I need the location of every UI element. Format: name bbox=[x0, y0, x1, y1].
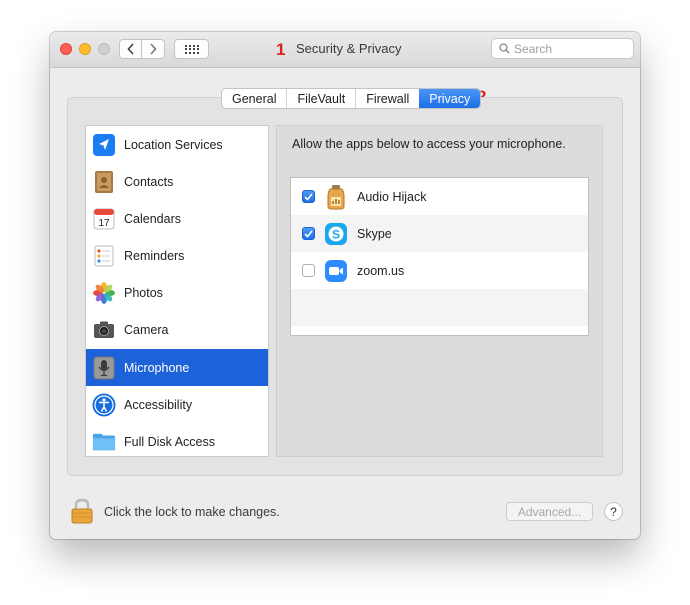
privacy-category-list: Location Services Contacts 17 Calendars … bbox=[85, 125, 269, 457]
show-all-button[interactable] bbox=[174, 39, 209, 59]
back-button[interactable] bbox=[119, 39, 142, 59]
sidebar-item-calendars[interactable]: 17 Calendars bbox=[86, 200, 268, 237]
calendar-icon: 17 bbox=[92, 207, 116, 231]
sidebar-item-label: Calendars bbox=[124, 211, 181, 226]
skype-checkbox[interactable] bbox=[302, 227, 315, 240]
accessibility-icon bbox=[92, 393, 116, 417]
sidebar-item-label: Accessibility bbox=[124, 397, 193, 412]
sidebar-item-photos[interactable]: Photos bbox=[86, 274, 268, 311]
zoom-checkbox[interactable] bbox=[302, 264, 315, 277]
location-arrow-icon bbox=[92, 133, 116, 157]
search-field[interactable]: Search bbox=[491, 38, 634, 59]
list-item-zoom[interactable]: zoom.us bbox=[291, 252, 588, 289]
segmented-tabs: General FileVault Firewall Privacy bbox=[221, 88, 482, 109]
checkmark-icon bbox=[304, 192, 313, 201]
reminders-list-icon bbox=[92, 244, 116, 268]
sidebar-item-microphone[interactable]: Microphone bbox=[86, 349, 268, 386]
app-name: Skype bbox=[357, 226, 392, 241]
chevron-right-icon bbox=[150, 43, 157, 55]
list-item-audio-hijack[interactable]: Audio Hijack bbox=[291, 178, 588, 215]
sidebar-item-full-disk-access[interactable]: Full Disk Access bbox=[86, 423, 268, 456]
sidebar-item-camera[interactable]: Camera bbox=[86, 311, 268, 348]
tab-privacy[interactable]: Privacy bbox=[419, 89, 481, 108]
search-placeholder: Search bbox=[514, 41, 553, 56]
sidebar-item-label: Full Disk Access bbox=[124, 434, 215, 449]
sidebar-item-label: Microphone bbox=[124, 360, 190, 375]
camera-icon bbox=[92, 318, 116, 342]
microphone-icon bbox=[92, 356, 116, 380]
folder-icon bbox=[92, 430, 116, 454]
tab-filevault[interactable]: FileVault bbox=[286, 89, 355, 108]
app-permission-list: Audio Hijack S Skype zoom.us bbox=[290, 177, 589, 336]
sidebar-item-label: Location Services bbox=[124, 137, 223, 152]
search-icon bbox=[499, 43, 510, 54]
lock-icon bbox=[71, 498, 93, 524]
tab-general[interactable]: General bbox=[222, 89, 286, 108]
sidebar-item-contacts[interactable]: Contacts bbox=[86, 163, 268, 200]
advanced-button[interactable]: Advanced... bbox=[506, 502, 593, 521]
sidebar-item-reminders[interactable]: Reminders bbox=[86, 237, 268, 274]
tab-firewall[interactable]: Firewall bbox=[355, 89, 419, 108]
minimize-button[interactable] bbox=[79, 43, 91, 55]
sidebar-item-accessibility[interactable]: Accessibility bbox=[86, 386, 268, 423]
sidebar-item-label: Camera bbox=[124, 322, 169, 337]
zoom-button[interactable] bbox=[98, 43, 110, 55]
photos-flower-icon bbox=[92, 281, 116, 305]
lock-button[interactable] bbox=[70, 498, 94, 529]
sidebar-item-label: Photos bbox=[124, 285, 163, 300]
pane-description: Allow the apps below to access your micr… bbox=[292, 137, 566, 151]
title-bar: Security & Privacy Search bbox=[50, 32, 640, 68]
window-title: Security & Privacy bbox=[296, 41, 402, 56]
audio-hijack-icon bbox=[324, 184, 348, 209]
checkmark-icon bbox=[304, 229, 313, 238]
list-item-empty bbox=[291, 289, 588, 326]
chevron-left-icon bbox=[126, 43, 134, 55]
svg-text:17: 17 bbox=[98, 218, 110, 229]
sidebar-item-label: Reminders bbox=[124, 248, 185, 263]
sidebar-item-location-services[interactable]: Location Services bbox=[86, 126, 268, 163]
annotation-1: 1 bbox=[276, 40, 286, 59]
grid-icon bbox=[184, 44, 199, 54]
contacts-book-icon bbox=[92, 170, 116, 194]
svg-text:S: S bbox=[332, 227, 340, 241]
lock-status-text: Click the lock to make changes. bbox=[104, 505, 280, 519]
list-item-skype[interactable]: S Skype bbox=[291, 215, 588, 252]
help-button[interactable]: ? bbox=[604, 502, 623, 521]
audio-hijack-checkbox[interactable] bbox=[302, 190, 315, 203]
app-name: zoom.us bbox=[357, 263, 405, 278]
forward-button[interactable] bbox=[142, 39, 165, 59]
close-button[interactable] bbox=[60, 43, 72, 55]
zoom-icon bbox=[324, 259, 348, 283]
sidebar-item-label: Contacts bbox=[124, 174, 174, 189]
app-name: Audio Hijack bbox=[357, 189, 427, 204]
skype-icon: S bbox=[324, 222, 348, 246]
